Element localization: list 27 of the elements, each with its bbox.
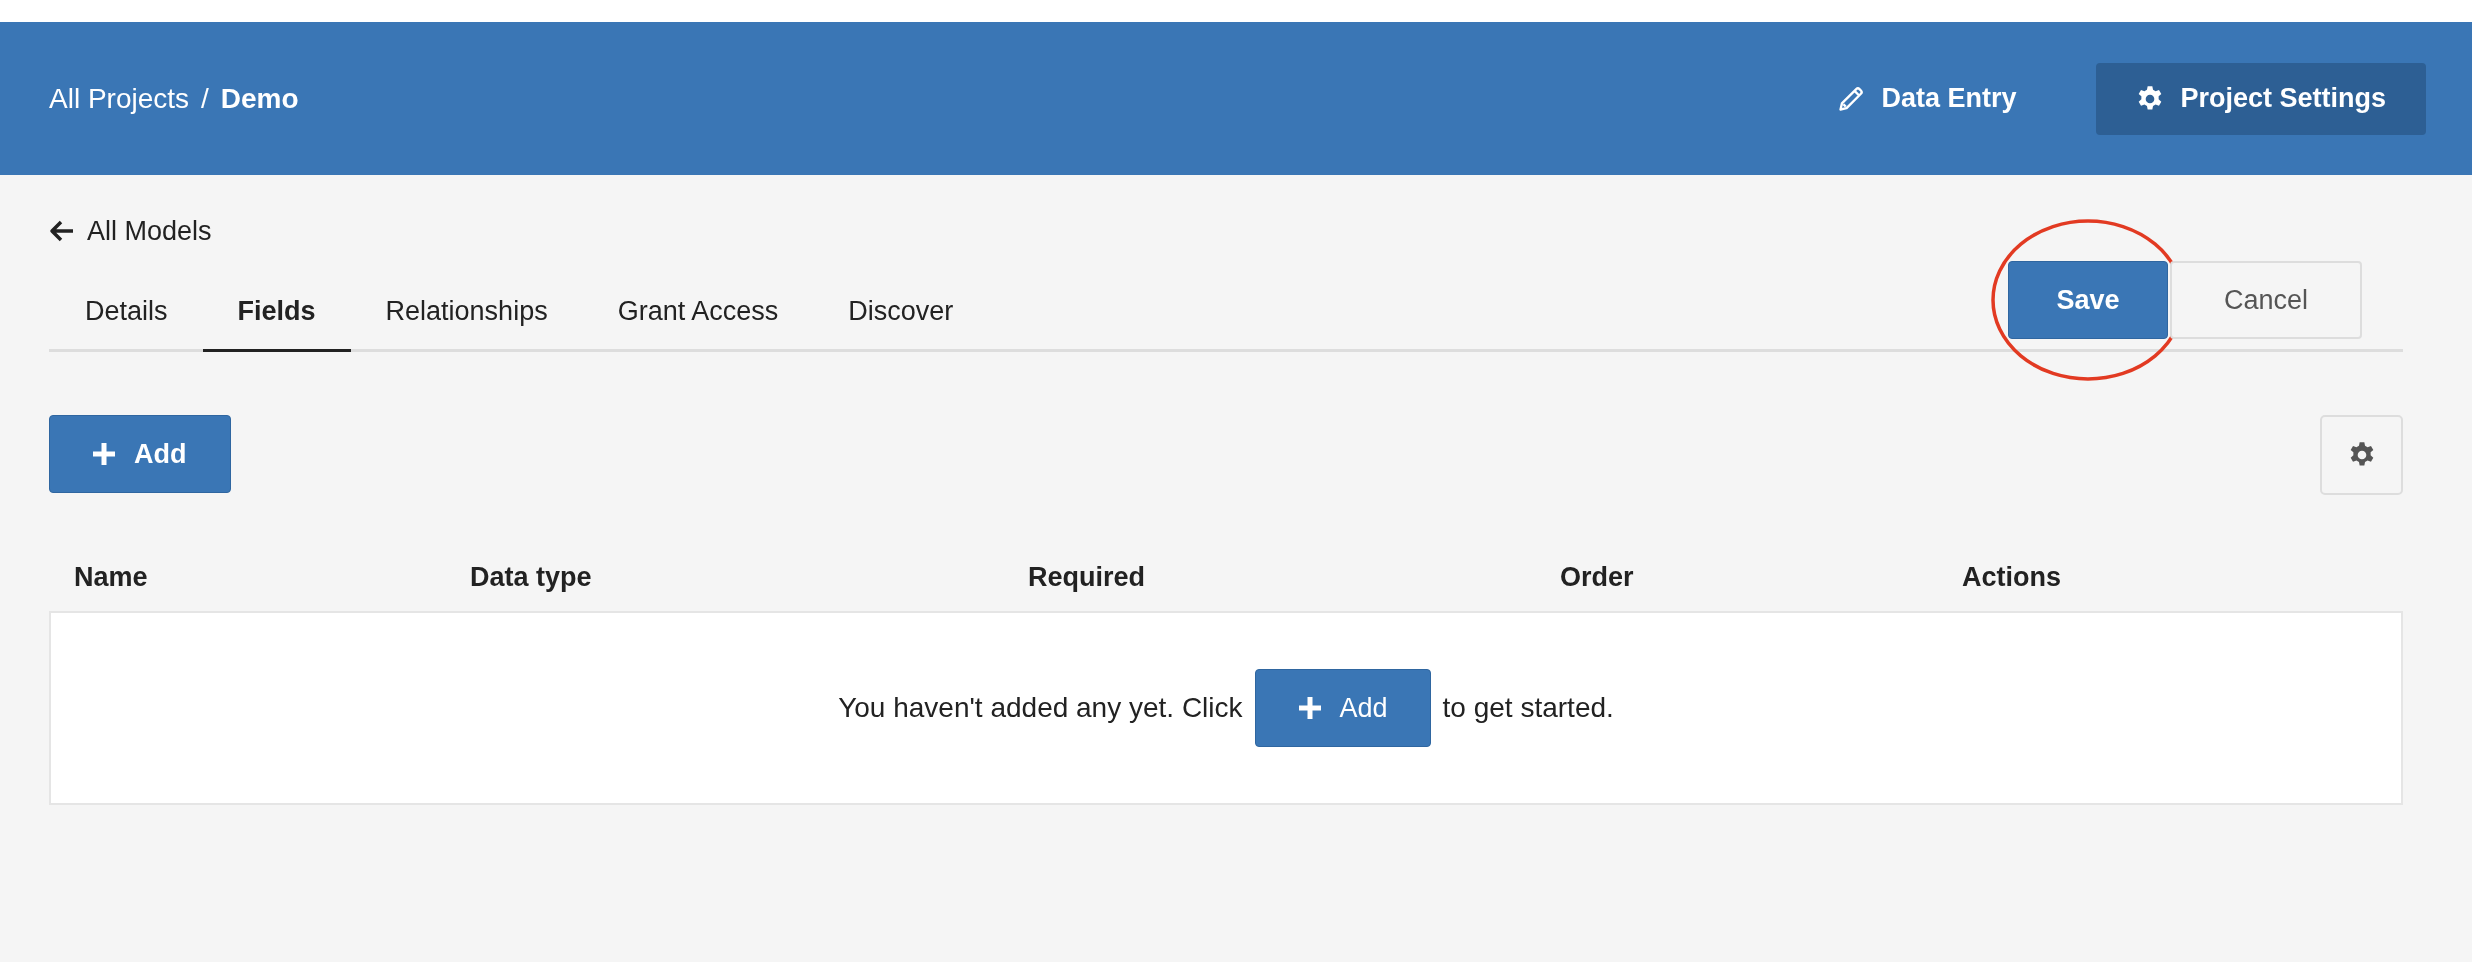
cancel-button[interactable]: Cancel <box>2170 261 2362 339</box>
plus-icon <box>1297 696 1322 720</box>
breadcrumb-link[interactable]: All Projects <box>49 82 190 115</box>
nav-link[interactable]: Data Entry <box>1797 62 2057 135</box>
breadcrumb-link[interactable]: Demo <box>220 82 299 115</box>
nav-link[interactable]: Project Settings <box>2096 62 2426 135</box>
plus-icon <box>92 442 116 466</box>
tab[interactable]: Relationships <box>350 296 583 352</box>
tab[interactable]: Fields <box>202 296 351 352</box>
add-button[interactable]: Add <box>49 415 232 493</box>
pencil-icon <box>1837 84 1866 113</box>
column-header: Data type <box>470 561 593 593</box>
column-header: Name <box>74 561 149 593</box>
column-header: Required <box>1028 561 1147 593</box>
column-header: Order <box>1560 561 1635 593</box>
column-header: Actions <box>1962 561 2062 593</box>
tab[interactable]: Discover <box>813 296 989 352</box>
add-button[interactable]: Add <box>1254 669 1431 747</box>
tab[interactable]: Grant Access <box>582 296 814 352</box>
back-arrow-icon <box>49 219 75 243</box>
back-link[interactable]: All Models <box>49 215 212 247</box>
empty-message: You haven't added any yet. Click <box>838 692 1243 724</box>
tab[interactable]: Details <box>49 296 203 352</box>
save-button[interactable]: Save <box>2008 261 2168 339</box>
breadcrumb-separator: / <box>201 82 209 115</box>
empty-message: to get started. <box>1442 692 1614 724</box>
settings-button[interactable] <box>2320 415 2403 495</box>
